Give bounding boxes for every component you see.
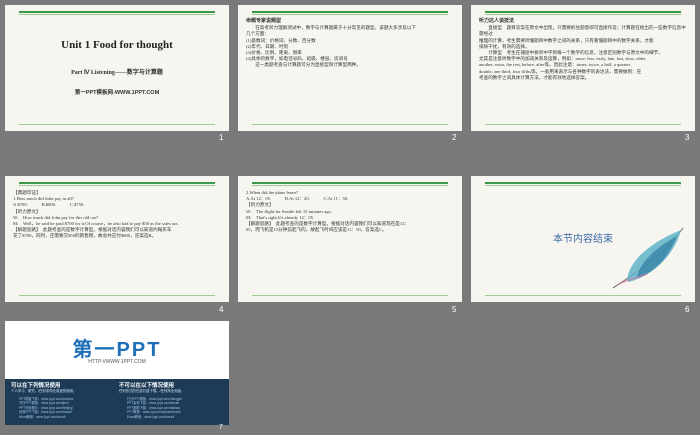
forbidden-desc: 任何形式的在线付费下载。/任何商业用途。 <box>119 389 185 393</box>
slide-bottom-bar <box>252 124 448 125</box>
slide-top-bar-thin <box>485 185 681 186</box>
slide-thumbnail-7[interactable]: 第一PPT HTTP://WWW.1PPT.COM 可以在下列情况使用 个人学习… <box>5 321 229 425</box>
slide-number-5: 5 <box>452 305 457 314</box>
slide-footer: 第一PPT模板网-WWW.1PPT.COM <box>74 90 160 96</box>
slide-number-2: 2 <box>452 133 457 142</box>
forbidden-column: 不可以在以下情况使用 任何形式的在线付费下载。/任何商业用途。 <box>119 381 219 394</box>
slide-top-bar <box>252 11 448 13</box>
brand-logo: 第一PPT <box>72 339 162 361</box>
slide-subtitle: Part Ⅳ Listening——数字与计算题 <box>71 70 163 76</box>
slide-thumbnail-2[interactable]: 命题专家说题型 在高考听力理解测试中，数字与计算题属于十分常见的题型，该题大多涉… <box>238 5 462 131</box>
slide-top-bar <box>252 182 448 184</box>
slide-content: 【典题印证】 1.How much did John pay in all? A… <box>13 190 221 240</box>
slide-top-bar <box>485 11 681 13</box>
slide-top-bar <box>19 11 215 13</box>
slide-number-1: 1 <box>219 133 224 142</box>
slide-top-bar <box>485 182 681 184</box>
slide-content: 听力达人谈技法 直接型 题目答案在原文中出现，只需要抓住题意即可直接作答；计算题… <box>479 19 687 81</box>
slide-number-4: 4 <box>219 305 224 314</box>
link-item[interactable]: Excel教程：www.1ppt.com/excel/ <box>127 415 227 419</box>
slide-top-bar-thin <box>252 14 448 15</box>
slide-bottom-bar <box>19 295 215 296</box>
allowed-desc: 个人学习、研究。/任何非商业用途的使用。 <box>11 389 77 393</box>
allowed-title: 可以在下列情况使用 <box>11 383 61 389</box>
content-line: 考查的数字之间具体计算方法，才能有效地选择答案。 <box>479 74 590 80</box>
content-line: 05，而飞机是15分钟前起飞的，故起飞时间应该是11：50，答案选C。 <box>246 227 387 233</box>
slide-top-bar-thin <box>19 14 215 15</box>
slide-top-bar <box>19 182 215 184</box>
slide-content: 命题专家说题型 在高考听力理解测试中，数字与计算题属于十分常见的题型，该题大多涉… <box>246 19 454 69</box>
slide-bottom-bar <box>485 124 681 125</box>
slide-bottom-bar <box>19 124 215 125</box>
link-item[interactable]: Word教程：www.1ppt.com/word/ <box>19 415 119 419</box>
slide-number-6: 6 <box>685 305 690 314</box>
forbidden-title: 不可以在以下情况使用 <box>119 383 175 389</box>
slide-number-3: 3 <box>685 133 690 142</box>
slide-top-bar-thin <box>485 14 681 15</box>
allowed-column: 可以在下列情况使用 个人学习、研究。/任何非商业用途的使用。 <box>11 381 111 394</box>
slide-content: 2.When did the plane leave? A.At 12：05. … <box>246 190 454 233</box>
slide-title: Unit 1 Food for thought <box>61 39 173 51</box>
link-list-right: 行业PPT模板：www.1ppt.com/hangye/ PPT素材下载：www… <box>127 397 227 419</box>
slide-bottom-bar <box>252 295 448 296</box>
brand-url: HTTP://WWW.1PPT.COM <box>88 359 146 365</box>
slide-bottom-bar <box>485 295 681 296</box>
slide-thumbnail-4[interactable]: 【典题印证】 1.How much did John pay in all? A… <box>5 176 229 302</box>
link-list-left: PPT模板下载：www.1ppt.com/moban/ 节日PPT模板：www.… <box>19 397 119 419</box>
feather-icon <box>612 227 684 289</box>
slide-thumbnail-5[interactable]: 2.When did the plane leave? A.At 12：05. … <box>238 176 462 302</box>
content-line: 直接型 题目答案在原文中出现，只需要抓住题意即可直接作答；计算题在给出的一些数字… <box>479 25 686 37</box>
slide-top-bar-thin <box>252 185 448 186</box>
content-line: 这一类题考查与计算题可分为直接型和计算型两种。 <box>246 62 361 68</box>
content-line: 花了$700，同时，还需要交$50的销售税，故总共应付$800，答案选B。 <box>13 233 157 239</box>
slide-thumbnail-1[interactable]: Unit 1 Food for thought Part Ⅳ Listening… <box>5 5 229 131</box>
slide-thumbnail-6[interactable]: 本节内容结束 <box>471 176 695 302</box>
slide-number-7: 7 <box>219 424 223 431</box>
slide-top-bar-thin <box>19 185 215 186</box>
slide-thumbnail-3[interactable]: 听力达人谈技法 直接型 题目答案在原文中出现，只需要抓住题意即可直接作答；计算题… <box>471 5 695 131</box>
